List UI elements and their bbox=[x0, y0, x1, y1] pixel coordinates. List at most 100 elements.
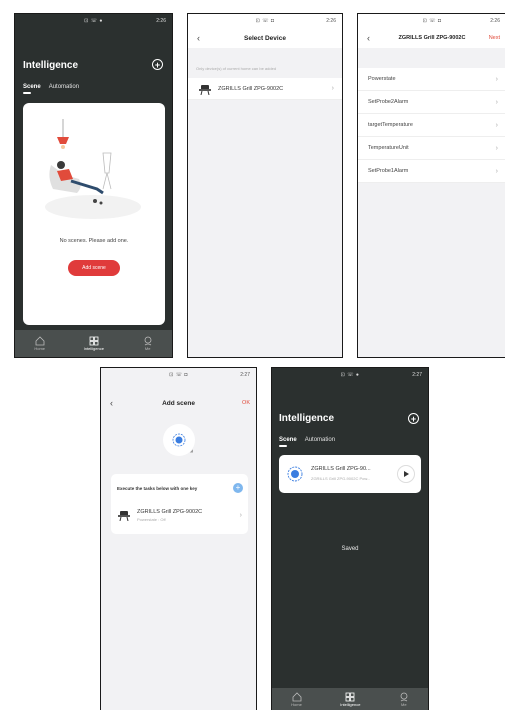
status-icons: ⊡ ☏ ● bbox=[84, 18, 103, 24]
chevron-right-icon: › bbox=[331, 85, 334, 92]
nav-intelligence[interactable]: Intelligence bbox=[340, 692, 360, 707]
home-icon bbox=[35, 336, 45, 346]
page-title: Intelligence bbox=[279, 413, 335, 424]
device-name: ZGRILLS Grill ZPG-9002C bbox=[218, 85, 284, 92]
back-icon[interactable]: ‹ bbox=[110, 398, 113, 408]
function-row-setprobe1alarm[interactable]: SetProbe1Alarm › bbox=[358, 160, 505, 183]
function-row-temperature-unit[interactable]: TemperatureUnit › bbox=[358, 137, 505, 160]
run-scene-button[interactable] bbox=[397, 465, 415, 483]
status-bar: ⊡ ☏ ● 2:26 bbox=[15, 14, 172, 28]
task-action: Powerstate : Off bbox=[137, 516, 166, 522]
phone-screen-select-device: ⊡ ☏ ◘ 2:26 ‹ Select Device Only device(s… bbox=[187, 13, 343, 358]
scene-icon bbox=[172, 433, 186, 447]
status-bar: ⊡ ☏ ◘ 2:27 bbox=[101, 368, 256, 382]
scene-icon bbox=[287, 466, 303, 482]
grill-icon bbox=[199, 84, 211, 95]
section-title: Execute the tasks below with one key bbox=[117, 486, 198, 491]
header: ‹ Add scene OK bbox=[101, 394, 256, 412]
empty-scene-card: No scenes. Please add one. Add scene bbox=[23, 103, 165, 325]
tab-scene[interactable]: Scene bbox=[279, 437, 297, 447]
nav-intelligence-label: Intelligence bbox=[340, 701, 361, 707]
page-title: Add scene bbox=[162, 399, 195, 407]
edit-corner-icon: ◢ bbox=[189, 448, 193, 453]
device-row[interactable]: ZGRILLS Grill ZPG-9002C › bbox=[188, 78, 342, 100]
status-icons: ⊡ ☏ ◘ bbox=[255, 18, 275, 24]
tab-automation[interactable]: Automation bbox=[49, 84, 79, 90]
status-bar: ⊡ ☏ ● 2:27 bbox=[272, 368, 428, 382]
nav-me[interactable]: Me bbox=[399, 692, 409, 707]
next-button[interactable]: Next bbox=[489, 35, 500, 41]
nav-me-label: Me bbox=[144, 346, 151, 351]
nav-me[interactable]: Me bbox=[143, 336, 153, 351]
scene-name: ZGRILLS Grill ZPG-90... bbox=[311, 466, 371, 472]
nav-home-label: Home bbox=[291, 701, 302, 707]
chevron-right-icon: › bbox=[495, 121, 498, 129]
tab-scene[interactable]: Scene bbox=[23, 84, 41, 94]
tab-automation[interactable]: Automation bbox=[305, 437, 335, 443]
page-title: Select Device bbox=[244, 34, 286, 42]
scene-icon-picker[interactable]: ◢ bbox=[163, 424, 195, 456]
tasks-card: Execute the tasks below with one key + Z… bbox=[111, 474, 248, 534]
header: ‹ Select Device bbox=[188, 28, 342, 48]
phone-screen-intelligence-saved: ⊡ ☏ ● 2:27 Intelligence + Scene Automati… bbox=[271, 367, 429, 710]
status-time: 2:26 bbox=[156, 18, 166, 24]
home-icon bbox=[292, 691, 301, 701]
status-time: 2:26 bbox=[326, 18, 336, 24]
add-icon[interactable]: + bbox=[152, 59, 163, 70]
page-title: ZGRILLS Grill ZPG-9002C bbox=[398, 35, 466, 41]
back-icon[interactable]: ‹ bbox=[197, 33, 200, 43]
function-label: TemperatureUnit bbox=[368, 145, 409, 151]
bottom-nav: Home Intelligence Me bbox=[15, 330, 172, 357]
status-time: 2:27 bbox=[240, 372, 250, 378]
function-label: Powerstate bbox=[368, 76, 396, 82]
saved-toast: Saved bbox=[341, 546, 359, 552]
chevron-right-icon: › bbox=[495, 144, 498, 152]
status-icons: ⊡ ☏ ◘ bbox=[169, 372, 188, 378]
header: ‹ ZGRILLS Grill ZPG-9002C Next bbox=[358, 28, 505, 48]
grid-icon bbox=[345, 692, 355, 701]
add-task-icon[interactable]: + bbox=[233, 483, 243, 493]
ok-button[interactable]: OK bbox=[242, 400, 250, 406]
user-icon bbox=[144, 336, 152, 346]
chevron-right-icon: › bbox=[495, 75, 498, 83]
add-icon[interactable]: + bbox=[408, 413, 419, 424]
phone-screen-device-functions: ⊡ ☏ ◘ 2:26 ‹ ZGRILLS Grill ZPG-9002C Nex… bbox=[357, 13, 505, 358]
scene-card[interactable]: ZGRILLS Grill ZPG-90... ZGRILLS Grill ZP… bbox=[279, 455, 421, 493]
scene-tabs: Scene Automation bbox=[279, 437, 335, 447]
status-icons: ⊡ ☏ ◘ bbox=[422, 18, 442, 24]
grill-icon bbox=[118, 511, 130, 521]
bottom-nav: Home Intelligence Me bbox=[272, 688, 428, 710]
grid-icon bbox=[89, 336, 99, 346]
user-icon bbox=[400, 692, 408, 701]
task-device-name: ZGRILLS Grill ZPG-9002C bbox=[137, 508, 203, 515]
function-row-powerstate[interactable]: Powerstate › bbox=[358, 68, 505, 91]
status-time: 2:27 bbox=[412, 372, 422, 378]
hint-text: Only device(s) of current home can be ad… bbox=[196, 66, 277, 71]
chevron-right-icon: › bbox=[239, 511, 242, 519]
task-row[interactable]: ZGRILLS Grill ZPG-9002C Powerstate : Off… bbox=[117, 504, 244, 526]
phone-screen-intelligence-empty: ⊡ ☏ ● 2:26 Intelligence + Scene Automati… bbox=[14, 13, 173, 358]
function-row-target-temperature[interactable]: targetTemperature › bbox=[358, 114, 505, 137]
back-icon[interactable]: ‹ bbox=[367, 33, 370, 43]
nav-home-label: Home bbox=[34, 346, 46, 351]
status-time: 2:26 bbox=[490, 18, 500, 24]
nav-home[interactable]: Home bbox=[34, 336, 45, 351]
function-label: SetProbe2Alarm bbox=[368, 99, 409, 105]
empty-state-illustration bbox=[45, 119, 141, 219]
page-title: Intelligence bbox=[23, 60, 79, 71]
add-scene-button[interactable]: Add scene bbox=[68, 260, 120, 276]
scene-description: ZGRILLS Grill ZPG-9002C Pow... bbox=[311, 476, 371, 481]
nav-intelligence[interactable]: Intelligence bbox=[84, 336, 104, 351]
nav-home[interactable]: Home bbox=[291, 691, 302, 707]
function-row-setprobe2alarm[interactable]: SetProbe2Alarm › bbox=[358, 91, 505, 114]
chevron-right-icon: › bbox=[495, 98, 498, 106]
function-label: targetTemperature bbox=[368, 122, 413, 128]
nav-me-label: Me bbox=[401, 701, 407, 707]
function-label: SetProbe1Alarm bbox=[368, 168, 409, 174]
play-icon bbox=[404, 471, 409, 477]
nav-intelligence-label: Intelligence bbox=[83, 346, 104, 351]
scene-tabs: Scene Automation bbox=[23, 84, 79, 94]
chevron-right-icon: › bbox=[495, 167, 498, 175]
status-icons: ⊡ ☏ ● bbox=[340, 372, 360, 378]
status-bar: ⊡ ☏ ◘ 2:26 bbox=[358, 14, 505, 28]
